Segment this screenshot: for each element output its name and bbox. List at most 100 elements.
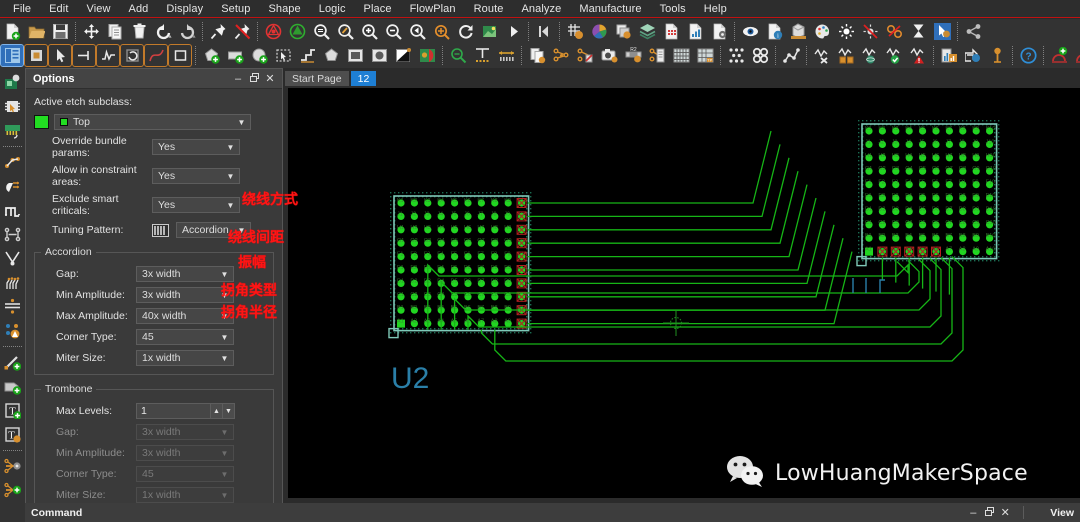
- pin-icon[interactable]: [207, 21, 229, 42]
- help-icon[interactable]: ?: [1017, 45, 1039, 66]
- delete-icon[interactable]: [128, 21, 150, 42]
- accordion-combo[interactable]: 1x width ▼: [136, 350, 234, 366]
- subclass-combo[interactable]: Top ▼: [54, 114, 251, 130]
- accordion-combo[interactable]: 40x width ▼: [136, 308, 234, 324]
- constraint-manager-icon[interactable]: [550, 45, 572, 66]
- menu-item-display[interactable]: Display: [157, 1, 212, 17]
- select-mode-icon[interactable]: [931, 21, 953, 42]
- signal-waveform-icon[interactable]: [96, 44, 120, 67]
- place-component-icon[interactable]: [24, 44, 48, 67]
- menu-item-view[interactable]: View: [77, 1, 119, 17]
- dehighlight-net-icon[interactable]: [286, 21, 308, 42]
- unpin-icon[interactable]: [231, 21, 253, 42]
- options-restore-button[interactable]: [246, 72, 262, 86]
- bundle-route-icon[interactable]: [1, 223, 24, 246]
- board-geometry-icon[interactable]: [1, 71, 24, 94]
- net-probe-icon[interactable]: [1, 319, 24, 342]
- trombone-max-levels-stepper[interactable]: 1 ▲ ▼: [136, 403, 235, 419]
- add-rectangle-icon[interactable]: [224, 45, 246, 66]
- add-text-icon[interactable]: T: [1, 399, 24, 422]
- share-icon[interactable]: [962, 21, 984, 42]
- grid-toggle-icon[interactable]: [564, 21, 586, 42]
- doc-settings-icon[interactable]: [708, 21, 730, 42]
- menu-item-tools[interactable]: Tools: [651, 1, 695, 17]
- add-line-icon[interactable]: [1, 351, 24, 374]
- menu-item-flowplan[interactable]: FlowPlan: [401, 1, 465, 17]
- route-connect-icon[interactable]: [1, 151, 24, 174]
- add-constraint-icon[interactable]: [1, 479, 24, 502]
- properties-panel-icon[interactable]: [0, 44, 24, 67]
- menu-item-file[interactable]: File: [4, 1, 40, 17]
- fanout-icon[interactable]: [1, 247, 24, 270]
- zoom-out-icon[interactable]: [382, 21, 404, 42]
- via-pattern-icon[interactable]: [725, 45, 747, 66]
- place-ic-icon[interactable]: [1, 95, 24, 118]
- redo-icon[interactable]: [176, 21, 198, 42]
- curve-shape-icon[interactable]: [144, 44, 168, 67]
- zoom-fit-icon[interactable]: [310, 21, 332, 42]
- menu-item-logic[interactable]: Logic: [310, 1, 355, 17]
- select-pointer-icon[interactable]: [48, 44, 72, 67]
- tab-start-page[interactable]: Start Page: [285, 71, 349, 86]
- delay-tune-check-icon[interactable]: [883, 45, 905, 66]
- net-highlight-icon[interactable]: [883, 21, 905, 42]
- multi-route-icon[interactable]: [1, 271, 24, 294]
- new-file-icon[interactable]: [1, 21, 23, 42]
- polygon-outline-icon[interactable]: [320, 45, 342, 66]
- color-wheel-icon[interactable]: [588, 21, 610, 42]
- stepper-down-icon[interactable]: ▼: [223, 403, 235, 419]
- add-delay-icon[interactable]: [1048, 45, 1070, 66]
- report-table-icon[interactable]: [660, 21, 682, 42]
- layers-icon[interactable]: [636, 21, 658, 42]
- add-polygon-icon[interactable]: [200, 45, 222, 66]
- brightness-up-icon[interactable]: [835, 21, 857, 42]
- options-minimize-button[interactable]: –: [230, 72, 246, 86]
- option-combo[interactable]: Yes ▼: [152, 139, 240, 155]
- grid-array-icon[interactable]: [670, 45, 692, 66]
- option-combo[interactable]: Yes ▼: [152, 168, 240, 184]
- circle-outline-icon[interactable]: [368, 45, 390, 66]
- edit-text-icon[interactable]: T: [1, 423, 24, 446]
- move-icon[interactable]: [80, 21, 102, 42]
- command-restore-button[interactable]: [981, 506, 997, 520]
- menu-item-add[interactable]: Add: [120, 1, 158, 17]
- hourglass-icon[interactable]: [907, 21, 929, 42]
- undo-icon[interactable]: [152, 21, 174, 42]
- layer-copy-icon[interactable]: [612, 21, 634, 42]
- measure-3d-icon[interactable]: [787, 21, 809, 42]
- test-point-icon[interactable]: TP: [694, 45, 716, 66]
- add-circle-icon[interactable]: [248, 45, 270, 66]
- delay-tune-warning-icon[interactable]: [907, 45, 929, 66]
- edit-delay-icon[interactable]: [1072, 45, 1080, 66]
- select-shape-icon[interactable]: [272, 45, 294, 66]
- refresh-icon[interactable]: [454, 21, 476, 42]
- analysis-chart-icon[interactable]: [938, 45, 960, 66]
- measure-icon[interactable]: [447, 45, 469, 66]
- delay-tune-icon[interactable]: [1, 199, 24, 222]
- properties-icon[interactable]: i: [763, 21, 785, 42]
- stepper-up-icon[interactable]: ▲: [211, 403, 223, 419]
- options-close-button[interactable]: ✕: [262, 72, 278, 86]
- report-chart-icon[interactable]: [684, 21, 706, 42]
- zoom-by-points-icon[interactable]: [334, 21, 356, 42]
- rect-shape-icon[interactable]: [168, 44, 192, 67]
- menu-item-help[interactable]: Help: [695, 1, 736, 17]
- spacing-icon[interactable]: [495, 45, 517, 66]
- visibility-icon[interactable]: [739, 21, 761, 42]
- color-view-icon[interactable]: [478, 21, 500, 42]
- via-cluster-icon[interactable]: [749, 45, 771, 66]
- menu-item-route[interactable]: Route: [465, 1, 513, 17]
- constraint-settings-icon[interactable]: [1, 455, 24, 478]
- pin-connect-icon[interactable]: [72, 44, 96, 67]
- menu-item-edit[interactable]: Edit: [40, 1, 77, 17]
- tab-12[interactable]: 12: [350, 71, 377, 86]
- open-folder-icon[interactable]: [25, 21, 47, 42]
- snapshot-region-icon[interactable]: [120, 44, 144, 67]
- subclass-color-swatch[interactable]: [34, 115, 49, 129]
- rect-outline-icon[interactable]: [344, 45, 366, 66]
- trombone-max-levels-input[interactable]: 1: [136, 403, 211, 419]
- delay-tune-3d-icon[interactable]: [859, 45, 881, 66]
- connector-icon[interactable]: [1, 119, 24, 142]
- plane-layer-icon[interactable]: [1, 295, 24, 318]
- zoom-previous-icon[interactable]: [406, 21, 428, 42]
